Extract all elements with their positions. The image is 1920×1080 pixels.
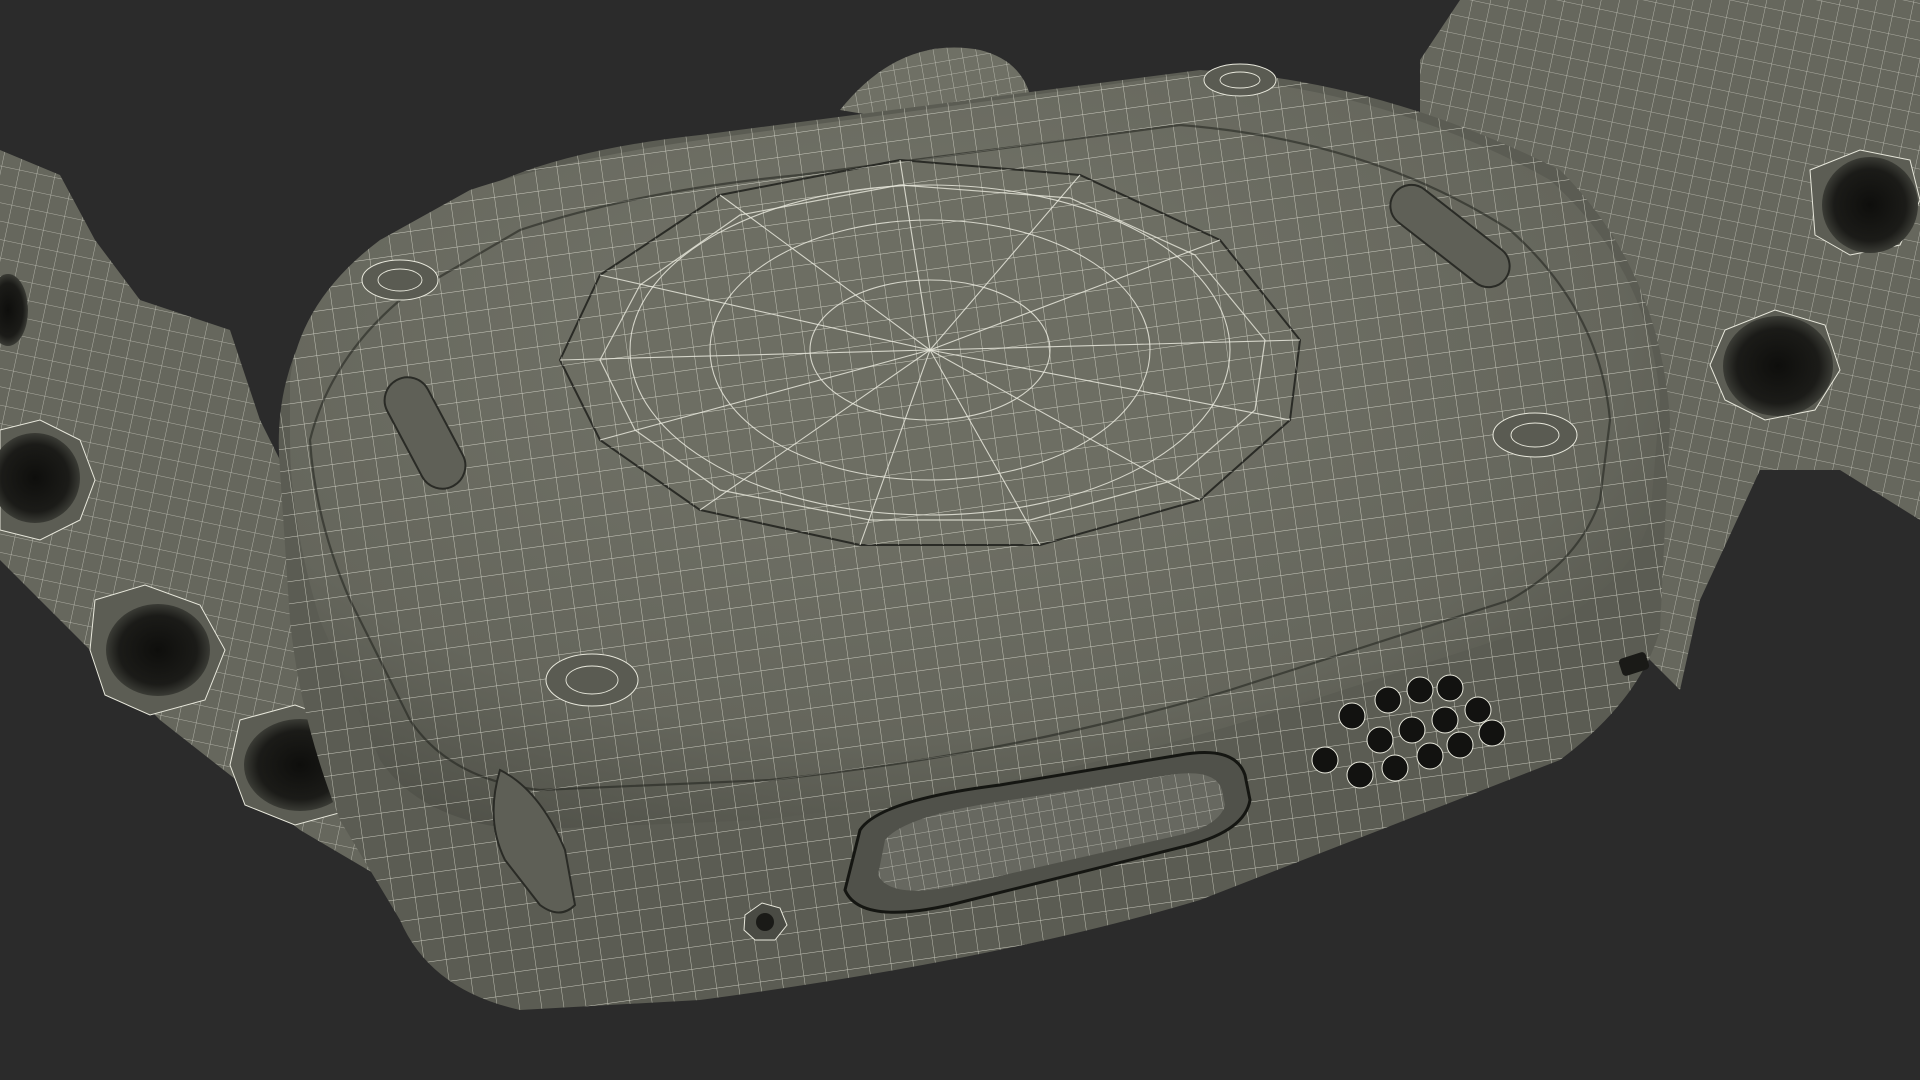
strap-hole bbox=[1809, 149, 1920, 256]
render-viewport bbox=[0, 0, 1920, 1080]
screw bbox=[545, 653, 639, 707]
screw bbox=[1203, 63, 1277, 97]
wireframe-smartwatch-icon bbox=[0, 0, 1920, 1010]
screw bbox=[361, 259, 439, 301]
screw bbox=[1492, 412, 1578, 458]
